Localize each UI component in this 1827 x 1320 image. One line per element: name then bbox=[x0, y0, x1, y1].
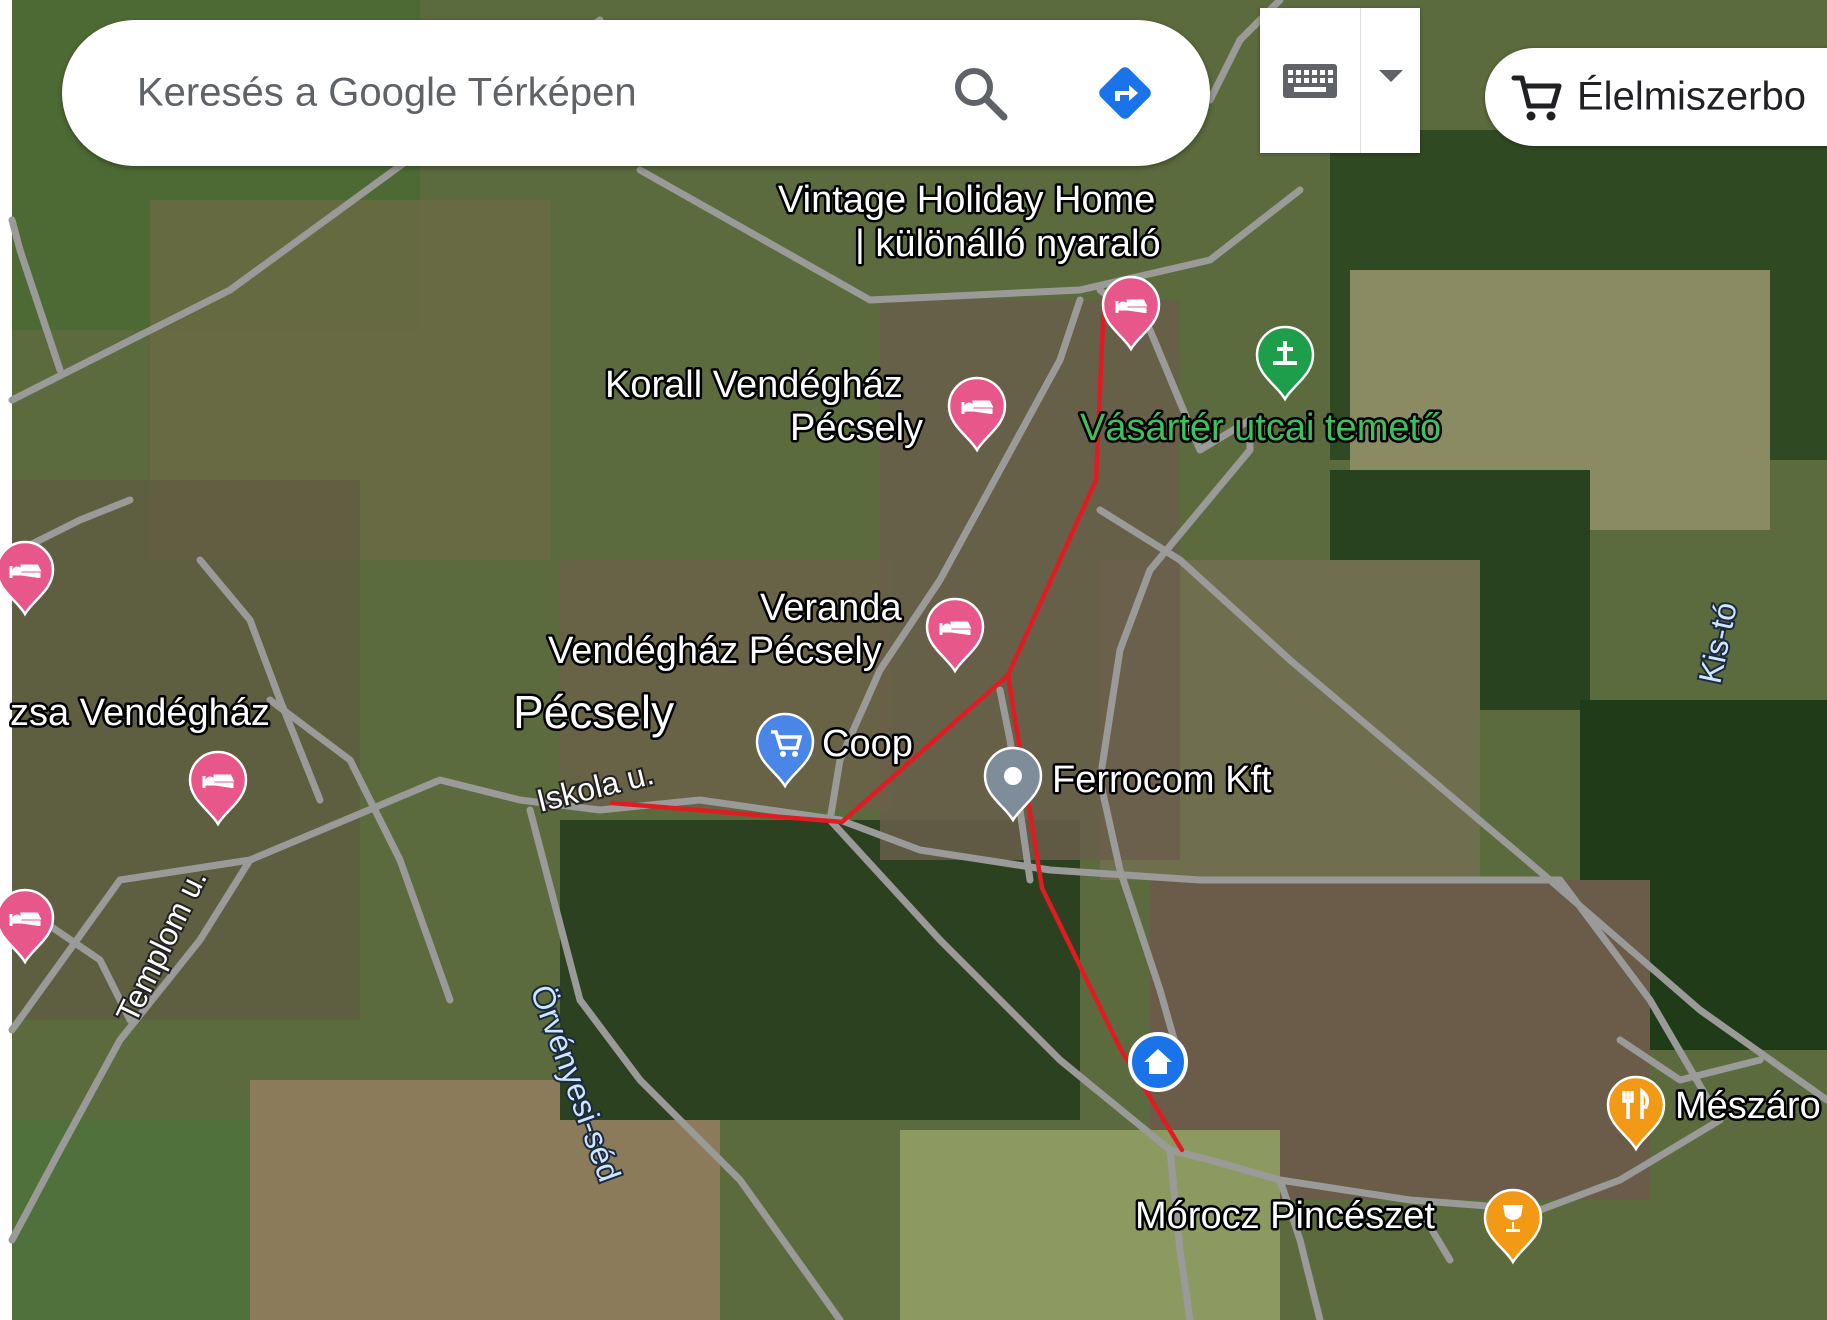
label-vasarter-cemetery[interactable]: Vásártér utcai temető bbox=[1078, 405, 1444, 452]
label-korall[interactable]: Korall Vendégház bbox=[603, 362, 906, 409]
label-coop[interactable]: Coop bbox=[820, 721, 916, 768]
place-icon bbox=[1004, 767, 1022, 785]
label-meszaro[interactable]: Mészáro bbox=[1673, 1083, 1824, 1130]
label-morocz[interactable]: Mórocz Pincészet bbox=[1133, 1193, 1438, 1240]
cart-icon bbox=[1511, 75, 1562, 121]
directions-button[interactable] bbox=[1087, 55, 1163, 131]
input-tools bbox=[1260, 8, 1420, 153]
keyboard-icon bbox=[1283, 63, 1337, 98]
chevron-down-icon bbox=[1378, 70, 1403, 82]
search-icon bbox=[955, 68, 1008, 121]
search-input[interactable]: Keresés a Google Térképen bbox=[137, 71, 637, 116]
search-box[interactable]: Keresés a Google Térképen bbox=[62, 20, 1210, 166]
directions-icon bbox=[1099, 67, 1151, 119]
satellite-map[interactable]: Vintage Holiday Home | különálló nyaraló… bbox=[0, 0, 1827, 1320]
category-chip-groceries[interactable]: Élelmiszerbo bbox=[1485, 48, 1827, 146]
label-ferrocom[interactable]: Ferrocom Kft bbox=[1050, 757, 1275, 804]
map-view[interactable]: Vintage Holiday Home | különálló nyaraló… bbox=[0, 0, 1827, 1320]
keyboard-button[interactable] bbox=[1260, 8, 1360, 153]
label-vintage-holiday-home[interactable]: Vintage Holiday Home bbox=[776, 177, 1158, 224]
search-button[interactable] bbox=[942, 55, 1018, 131]
marker-home[interactable] bbox=[1128, 1032, 1188, 1092]
label-veranda[interactable]: Veranda bbox=[758, 585, 905, 632]
label-korall-pecsely[interactable]: Pécsely bbox=[788, 405, 926, 452]
input-tools-dropdown[interactable] bbox=[1361, 8, 1420, 153]
chip-label: Élelmiszerbo bbox=[1577, 74, 1806, 119]
label-zsa-vendeghaz[interactable]: zsa Vendégház bbox=[8, 690, 273, 737]
label-vintage-subtitle[interactable]: | különálló nyaraló bbox=[853, 221, 1164, 268]
left-edge bbox=[0, 0, 12, 1320]
label-veranda-vendeghaz[interactable]: Vendégház Pécsely bbox=[546, 628, 885, 675]
label-pecsely-town[interactable]: Pécsely bbox=[511, 684, 677, 741]
